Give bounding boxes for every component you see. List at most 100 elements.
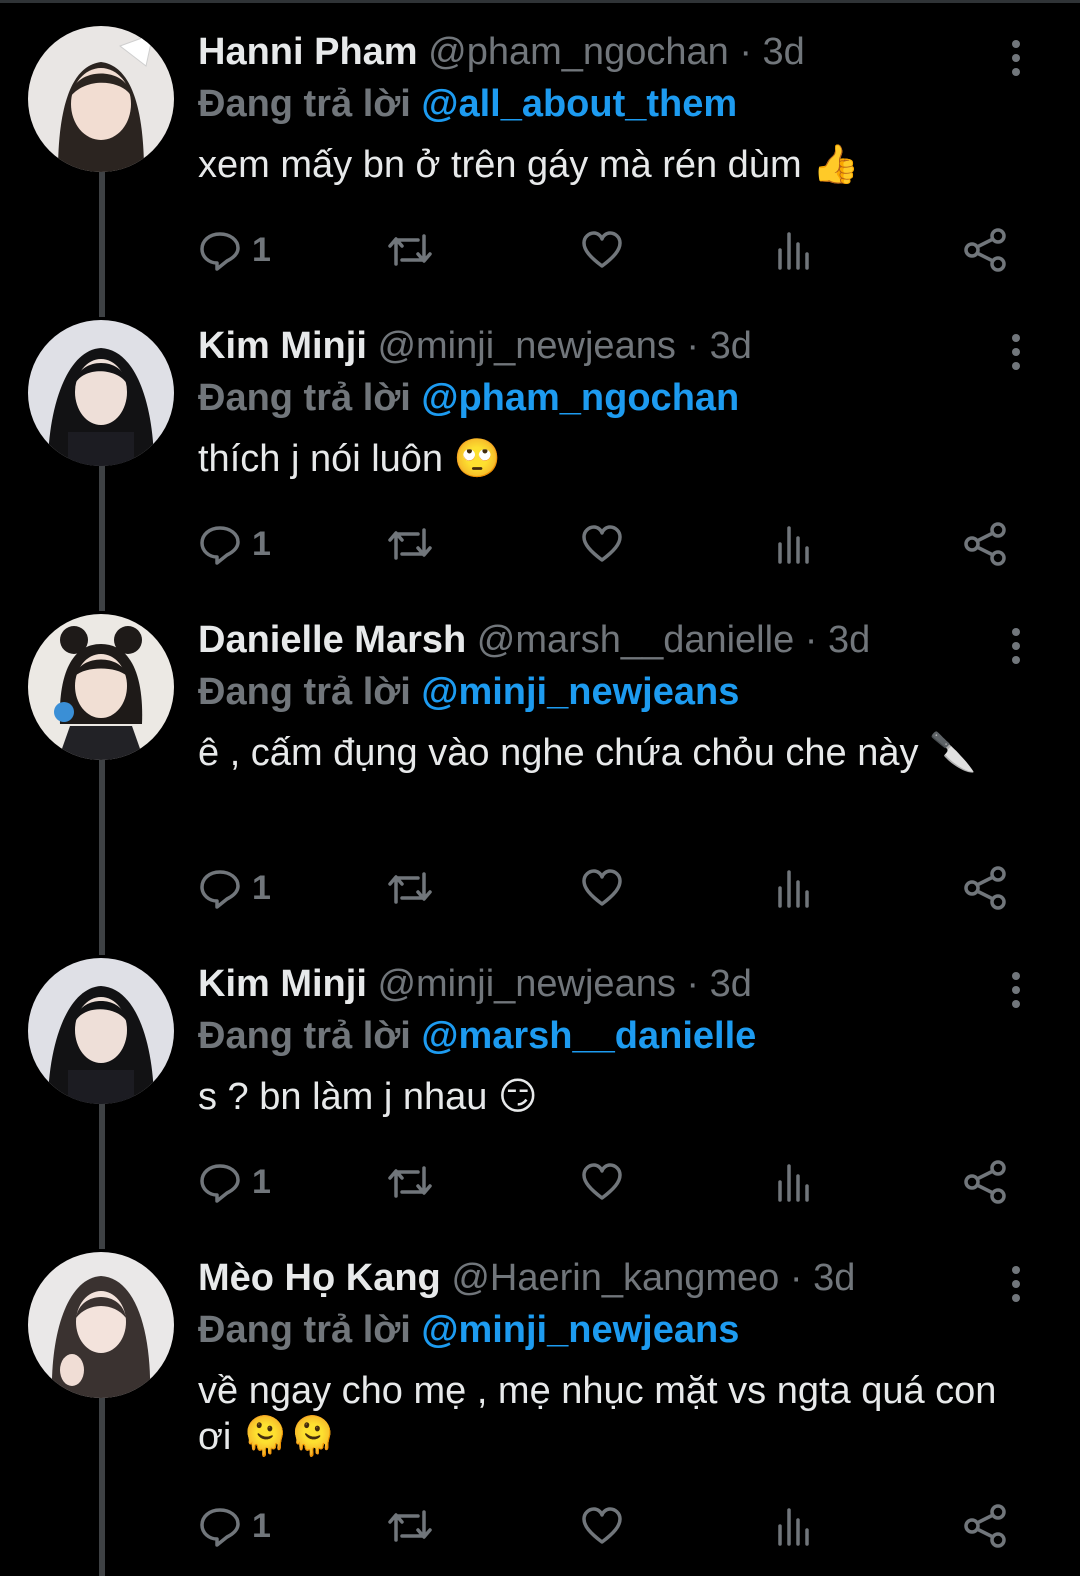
user-handle[interactable]: @pham_ngochan [428, 31, 729, 73]
replying-to-mention[interactable]: @minji_newjeans [421, 1309, 739, 1351]
display-name[interactable]: Kim Minji [198, 325, 367, 367]
separator-dot: · [686, 325, 700, 367]
reply-button[interactable]: 1 [198, 1158, 271, 1206]
replying-to-mention[interactable]: @marsh__danielle [421, 1015, 756, 1057]
reply-icon [200, 1164, 240, 1203]
thread-connector [99, 172, 105, 317]
top-divider [0, 0, 1080, 3]
user-handle[interactable]: @minji_newjeans [377, 963, 675, 1005]
retweet-icon [388, 872, 432, 904]
display-name[interactable]: Mèo Họ Kang [198, 1257, 441, 1299]
reply-button[interactable]: 1 [198, 520, 271, 568]
replying-to: Đang trả lời @pham_ngochan [198, 372, 1018, 424]
more-vertical-icon[interactable] [1004, 626, 1028, 666]
views-button[interactable] [774, 864, 814, 912]
separator-dot: · [739, 31, 752, 73]
avatar[interactable] [28, 614, 174, 760]
share-button[interactable] [962, 1502, 1008, 1550]
retweet-button[interactable] [386, 1502, 434, 1550]
share-icon [964, 522, 1006, 566]
thread-connector [99, 760, 105, 955]
reply-button[interactable]: 1 [198, 226, 271, 274]
tweet-text: ê , cấm đụng vào nghe chứa chỏu che này … [198, 732, 977, 774]
tweet-text: s ? bn làm j nhau 😏 [198, 1076, 538, 1118]
retweet-icon [388, 528, 432, 560]
tweet-header: Hanni Pham @pham_ngochan · 3d [198, 26, 1018, 78]
share-button[interactable] [962, 1158, 1008, 1206]
views-button[interactable] [774, 1158, 814, 1206]
retweet-button[interactable] [386, 1158, 434, 1206]
action-bar: 1 [198, 864, 1018, 912]
replying-to-label: Đang trả lời [198, 1015, 411, 1057]
more-vertical-icon[interactable] [1004, 970, 1028, 1010]
timestamp[interactable]: 3d [828, 619, 870, 661]
reply-icon [200, 526, 240, 565]
like-button[interactable] [580, 1502, 624, 1550]
avatar[interactable] [28, 320, 174, 466]
heart-icon [582, 525, 622, 562]
action-bar: 1 [198, 1158, 1018, 1206]
share-icon [964, 866, 1006, 910]
replying-to-mention[interactable]: @pham_ngochan [421, 377, 739, 419]
heart-icon [582, 231, 622, 268]
like-button[interactable] [580, 226, 624, 274]
tweet-text: thích j nói luôn 🙄 [198, 438, 501, 480]
reply-count: 1 [252, 1506, 271, 1545]
views-icon [778, 1508, 809, 1546]
display-name[interactable]: Kim Minji [198, 963, 367, 1005]
tweet-header: Mèo Họ Kang @Haerin_kangmeo · 3d [198, 1252, 1018, 1304]
reply-icon [200, 1508, 240, 1547]
heart-icon [582, 1507, 622, 1544]
replying-to-label: Đang trả lời [198, 671, 411, 713]
more-vertical-icon[interactable] [1004, 332, 1028, 372]
user-handle[interactable]: @minji_newjeans [377, 325, 675, 367]
replying-to-label: Đang trả lời [198, 377, 411, 419]
replying-to: Đang trả lời @marsh__danielle [198, 1010, 1018, 1062]
tweet-text: về ngay cho mẹ , mẹ nhục mặt vs ngta quá… [198, 1370, 997, 1458]
like-button[interactable] [580, 864, 624, 912]
display-name[interactable]: Danielle Marsh [198, 619, 466, 661]
thread-connector [99, 1398, 105, 1576]
avatar[interactable] [28, 26, 174, 172]
avatar[interactable] [28, 958, 174, 1104]
reply-button[interactable]: 1 [198, 1502, 271, 1550]
replying-to: Đang trả lời @minji_newjeans [198, 666, 1018, 718]
timestamp[interactable]: 3d [813, 1257, 855, 1299]
retweet-button[interactable] [386, 226, 434, 274]
views-button[interactable] [774, 226, 814, 274]
timestamp[interactable]: 3d [763, 31, 805, 73]
views-icon [778, 526, 809, 564]
share-button[interactable] [962, 520, 1008, 568]
replying-to: Đang trả lời @minji_newjeans [198, 1304, 1018, 1356]
separator-dot: · [686, 963, 700, 1005]
share-icon [964, 228, 1006, 272]
replying-to-mention[interactable]: @minji_newjeans [421, 671, 739, 713]
separator-dot: · [789, 1257, 803, 1299]
views-button[interactable] [774, 1502, 814, 1550]
user-handle[interactable]: @Haerin_kangmeo [451, 1257, 779, 1299]
user-handle[interactable]: @marsh__danielle [477, 619, 794, 661]
views-button[interactable] [774, 520, 814, 568]
share-button[interactable] [962, 864, 1008, 912]
replying-to: Đang trả lời @all_about_them [198, 78, 1018, 130]
more-vertical-icon[interactable] [1004, 1264, 1028, 1304]
replying-to-label: Đang trả lời [198, 1309, 411, 1351]
avatar[interactable] [28, 1252, 174, 1398]
like-button[interactable] [580, 1158, 624, 1206]
tweet-header: Kim Minji @minji_newjeans · 3d [198, 958, 1018, 1010]
replying-to-mention[interactable]: @all_about_them [421, 83, 737, 125]
more-vertical-icon[interactable] [1004, 38, 1028, 78]
timestamp[interactable]: 3d [710, 325, 752, 367]
tweet-header: Danielle Marsh @marsh__danielle · 3d [198, 614, 1018, 666]
reply-icon [200, 870, 240, 909]
reply-button[interactable]: 1 [198, 864, 271, 912]
timestamp[interactable]: 3d [710, 963, 752, 1005]
reply-count: 1 [252, 1162, 271, 1201]
action-bar: 1 [198, 226, 1018, 274]
like-button[interactable] [580, 520, 624, 568]
retweet-button[interactable] [386, 520, 434, 568]
display-name[interactable]: Hanni Pham [198, 31, 418, 73]
retweet-button[interactable] [386, 864, 434, 912]
action-bar: 1 [198, 1502, 1018, 1550]
share-button[interactable] [962, 226, 1008, 274]
